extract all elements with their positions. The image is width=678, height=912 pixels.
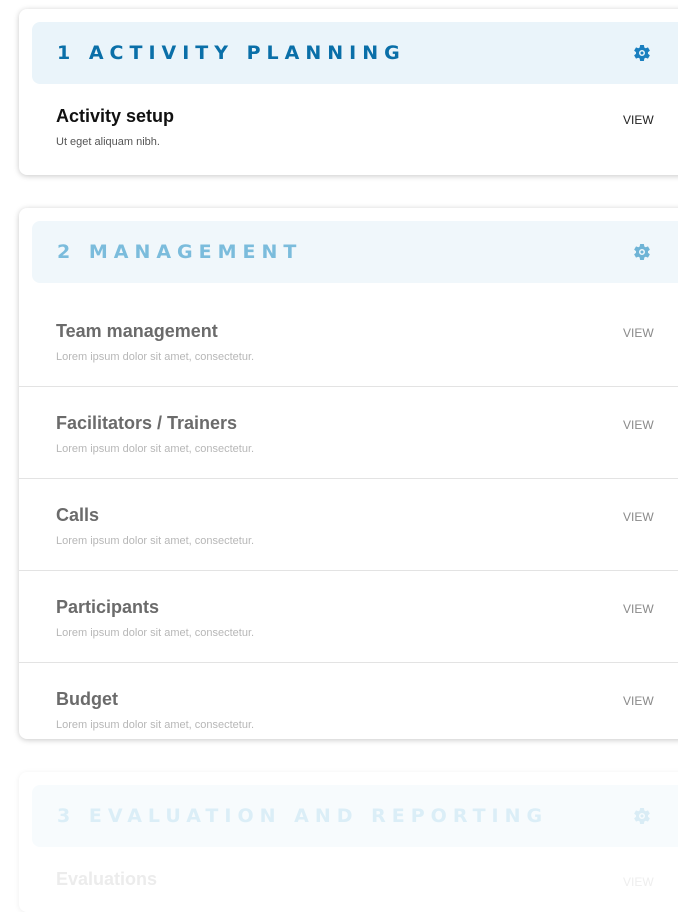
gear-icon[interactable]	[632, 242, 652, 262]
list-item-facilitators-trainers[interactable]: Facilitators / Trainers Lorem ipsum dolo…	[19, 387, 678, 479]
list-item-participants[interactable]: Participants Lorem ipsum dolor sit amet,…	[19, 571, 678, 663]
section-header-activity-planning[interactable]: 1 ACTIVITY PLANNING	[32, 22, 678, 84]
gear-icon[interactable]	[632, 806, 652, 826]
gear-icon[interactable]	[632, 43, 652, 63]
list-item-evaluations[interactable]: Evaluations VIEW	[19, 847, 678, 912]
list-item-team-management[interactable]: Team management Lorem ipsum dolor sit am…	[19, 295, 678, 387]
item-title: Activity setup	[56, 106, 175, 126]
view-button[interactable]: VIEW	[623, 418, 654, 432]
view-button[interactable]: VIEW	[623, 694, 654, 708]
section-card-management: 2 MANAGEMENT Team management Lorem ipsum…	[19, 208, 678, 739]
view-button[interactable]: VIEW	[623, 326, 654, 340]
item-title: Participants	[56, 597, 160, 617]
item-description: Lorem ipsum dolor sit amet, consectetur.	[56, 627, 255, 639]
section-title: 3 EVALUATION AND REPORTING	[57, 805, 549, 827]
view-button[interactable]: VIEW	[623, 510, 654, 524]
item-title: Evaluations	[56, 869, 158, 889]
item-title: Budget	[56, 689, 118, 709]
section-title: 1 ACTIVITY PLANNING	[57, 42, 406, 64]
item-title: Calls	[56, 505, 100, 525]
item-title: Team management	[56, 321, 218, 341]
list-item-budget[interactable]: Budget Lorem ipsum dolor sit amet, conse…	[19, 663, 678, 739]
section-title: 2 MANAGEMENT	[57, 241, 303, 263]
item-description: Lorem ipsum dolor sit amet, consectetur.	[56, 719, 255, 731]
section-card-evaluation-reporting: 3 EVALUATION AND REPORTING Evaluations V…	[19, 772, 678, 912]
view-button[interactable]: VIEW	[623, 602, 654, 616]
list-item-activity-setup[interactable]: Activity setup Ut eget aliquam nibh. VIE…	[19, 84, 678, 174]
item-description: Lorem ipsum dolor sit amet, consectetur.	[56, 351, 255, 363]
item-description: Ut eget aliquam nibh.	[56, 136, 160, 148]
item-title: Facilitators / Trainers	[56, 413, 238, 433]
section-card-activity-planning: 1 ACTIVITY PLANNING Activity setup Ut eg…	[19, 9, 678, 175]
view-button[interactable]: VIEW	[623, 113, 654, 127]
item-description: Lorem ipsum dolor sit amet, consectetur.	[56, 443, 255, 455]
item-description: Lorem ipsum dolor sit amet, consectetur.	[56, 535, 255, 547]
view-button[interactable]: VIEW	[623, 875, 654, 889]
section-header-management[interactable]: 2 MANAGEMENT	[32, 221, 678, 283]
list-item-calls[interactable]: Calls Lorem ipsum dolor sit amet, consec…	[19, 479, 678, 571]
section-header-evaluation-reporting[interactable]: 3 EVALUATION AND REPORTING	[32, 785, 678, 847]
